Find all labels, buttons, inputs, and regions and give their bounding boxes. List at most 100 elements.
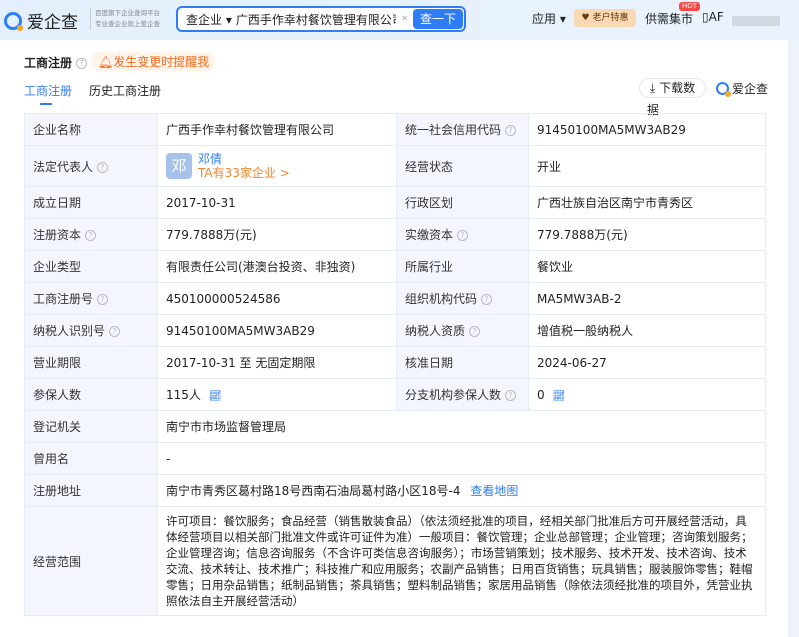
search-type-dropdown[interactable]: 查企业 ▾: [186, 11, 232, 28]
table-row: 成立日期 2017-10-31 行政区划 广西壮族自治区南宁市青秀区: [24, 186, 766, 219]
field-cell: 91450100MA5MW3AB29: [528, 113, 766, 146]
field-value: 779.7888万(元): [537, 228, 628, 242]
tab-registration[interactable]: 工商注册: [24, 82, 72, 105]
field-label: 经营状态: [396, 145, 529, 187]
field-cell: 2017-10-31 至 无固定期限: [157, 346, 397, 379]
logo-icon: [716, 82, 731, 97]
field-value: 115人: [166, 388, 201, 402]
field-value: 南宁市市场监督管理局: [166, 420, 287, 434]
chart-icon[interactable]: 📈︎: [209, 391, 222, 402]
field-cell: 餐饮业: [528, 250, 766, 283]
table-row: 纳税人识别号 ? 91450100MA5MW3AB29 纳税人资质 ? 增值税一般纳税…: [24, 314, 766, 347]
user-menu[interactable]: ▯AF: [702, 10, 724, 24]
field-cell: 开业: [528, 145, 766, 187]
table-row: 企业名称 广西手作幸村餐饮管理有限公司 统一社会信用代码 ? 91450100MA5M…: [24, 113, 766, 146]
help-icon[interactable]: ?: [76, 58, 88, 69]
field-cell: 91450100MA5MW3AB29: [157, 314, 397, 347]
field-value: 南宁市青秀区葛村路18号西南石油局葛村路小区18号-4: [166, 484, 461, 498]
field-label: 所属行业: [396, 250, 529, 283]
field-value: 餐饮业: [537, 260, 574, 274]
field-cell: 邓邓倩 TA有33家企业 >: [157, 145, 397, 187]
help-icon[interactable]: ?: [84, 230, 96, 241]
avatar: 邓: [166, 153, 192, 179]
field-value: 91450100MA5MW3AB29: [166, 323, 315, 338]
search-box: 查企业 ▾ 广西手作幸村餐饮管理有限公司 ✕ 查一下: [176, 6, 466, 32]
field-value: 779.7888万(元): [166, 228, 257, 242]
field-label: 纳税人识别号 ?: [24, 314, 158, 347]
search-input[interactable]: 广西手作幸村餐饮管理有限公司: [236, 11, 396, 28]
field-label: 参保人数: [24, 378, 158, 411]
field-cell: MA5MW3AB-2: [528, 282, 766, 315]
help-icon[interactable]: ?: [108, 326, 120, 337]
field-cell: 779.7888万(元): [528, 218, 766, 251]
field-cell: 广西手作幸村餐饮管理有限公司: [157, 113, 397, 146]
field-label: 登记机关: [24, 410, 158, 443]
field-label: 组织机构代码 ?: [396, 282, 529, 315]
help-icon[interactable]: ?: [96, 161, 108, 173]
field-cell: 有限责任公司(港澳台投资、非独资): [157, 250, 397, 283]
field-cell: 0 📈︎: [528, 378, 766, 411]
field-cell: 2024-06-27: [528, 346, 766, 379]
field-value: 0: [537, 387, 545, 402]
table-row: 曾用名 -: [24, 442, 766, 475]
chart-icon[interactable]: 📈︎: [553, 391, 566, 402]
field-cell: 南宁市市场监督管理局: [157, 410, 766, 443]
field-label: 分支机构参保人数 ?: [396, 378, 529, 411]
registration-table: 企业名称 广西手作幸村餐饮管理有限公司 统一社会信用代码 ? 91450100MA5M…: [24, 113, 766, 616]
field-value: 有限责任公司(港澳台投资、非独资): [166, 260, 356, 274]
help-icon[interactable]: ?: [456, 230, 468, 241]
legal-rep-companies-link[interactable]: TA有33家企业 >: [198, 166, 290, 180]
help-icon[interactable]: ?: [96, 294, 108, 305]
field-label: 注册地址: [24, 474, 158, 507]
change-reminder-button[interactable]: 🔔︎发生变更时提醒我: [92, 52, 216, 71]
redacted-username: [732, 16, 780, 26]
field-value: 91450100MA5MW3AB29: [537, 122, 686, 137]
field-label: 法定代表人 ?: [24, 145, 158, 187]
field-label: 经营范围: [24, 506, 158, 616]
download-icon: ⤓: [649, 81, 656, 95]
field-value: 2017-10-31: [166, 195, 236, 210]
hot-badge: HOT: [679, 2, 701, 11]
field-cell: 2017-10-31: [157, 186, 397, 219]
table-row: 参保人数 115人 📈︎ 分支机构参保人数 ? 0 📈︎: [24, 378, 766, 411]
logo[interactable]: 爱企查: [4, 8, 78, 33]
market-link[interactable]: 供需集市: [645, 10, 693, 27]
legal-rep-name[interactable]: 邓倩: [198, 152, 222, 166]
top-bar: 爱企查 百度旗下企业查询平台 专业查企业就上爱企查 查企业 ▾ 广西手作幸村餐饮管…: [0, 0, 799, 40]
help-icon[interactable]: ?: [468, 326, 480, 337]
view-map-link[interactable]: 查看地图: [470, 484, 518, 498]
field-cell: 增值税一般纳税人: [528, 314, 766, 347]
clear-icon[interactable]: ✕: [401, 14, 408, 23]
field-label: 企业名称: [24, 113, 158, 146]
vip-offer-button[interactable]: ♥ 老户特惠: [574, 9, 636, 27]
slogan: 百度旗下企业查询平台 专业查企业就上爱企查: [90, 8, 160, 30]
field-label: 营业期限: [24, 346, 158, 379]
field-label: 注册资本 ?: [24, 218, 158, 251]
field-label: 实缴资本 ?: [396, 218, 529, 251]
field-cell: 南宁市青秀区葛村路18号西南石油局葛村路小区18号-4 查看地图: [157, 474, 766, 507]
brand-logo: 爱企查: [716, 80, 768, 97]
help-icon[interactable]: ?: [480, 294, 492, 305]
field-value: 2024-06-27: [537, 355, 607, 370]
field-cell: 450100000524586: [157, 282, 397, 315]
field-value: 广西壮族自治区南宁市青秀区: [537, 196, 694, 210]
bell-icon: 🔔︎: [98, 55, 114, 69]
field-label: 企业类型: [24, 250, 158, 283]
table-row: 工商注册号 ? 450100000524586 组织机构代码 ? MA5MW3AB-2: [24, 282, 766, 315]
table-row: 注册地址 南宁市青秀区葛村路18号西南石油局葛村路小区18号-4 查看地图: [24, 474, 766, 507]
help-icon[interactable]: ?: [504, 390, 516, 401]
field-value: 增值税一般纳税人: [537, 324, 634, 338]
field-cell: 779.7888万(元): [157, 218, 397, 251]
table-row: 注册资本 ? 779.7888万(元) 实缴资本 ? 779.7888万(元): [24, 218, 766, 251]
download-button[interactable]: ⤓ 下载数: [639, 78, 706, 98]
section-title: 工商注册 ?: [24, 54, 88, 71]
tab-history[interactable]: 历史工商注册: [89, 82, 161, 99]
table-row: 营业期限 2017-10-31 至 无固定期限 核准日期 2024-06-27: [24, 346, 766, 379]
search-button[interactable]: 查一下: [413, 9, 463, 29]
field-label: 统一社会信用代码 ?: [396, 113, 529, 146]
help-icon[interactable]: ?: [504, 125, 516, 136]
apps-menu[interactable]: 应用 ▾: [532, 10, 566, 27]
field-label: 曾用名: [24, 442, 158, 475]
logo-icon: [4, 11, 23, 31]
field-cell: -: [157, 442, 766, 475]
